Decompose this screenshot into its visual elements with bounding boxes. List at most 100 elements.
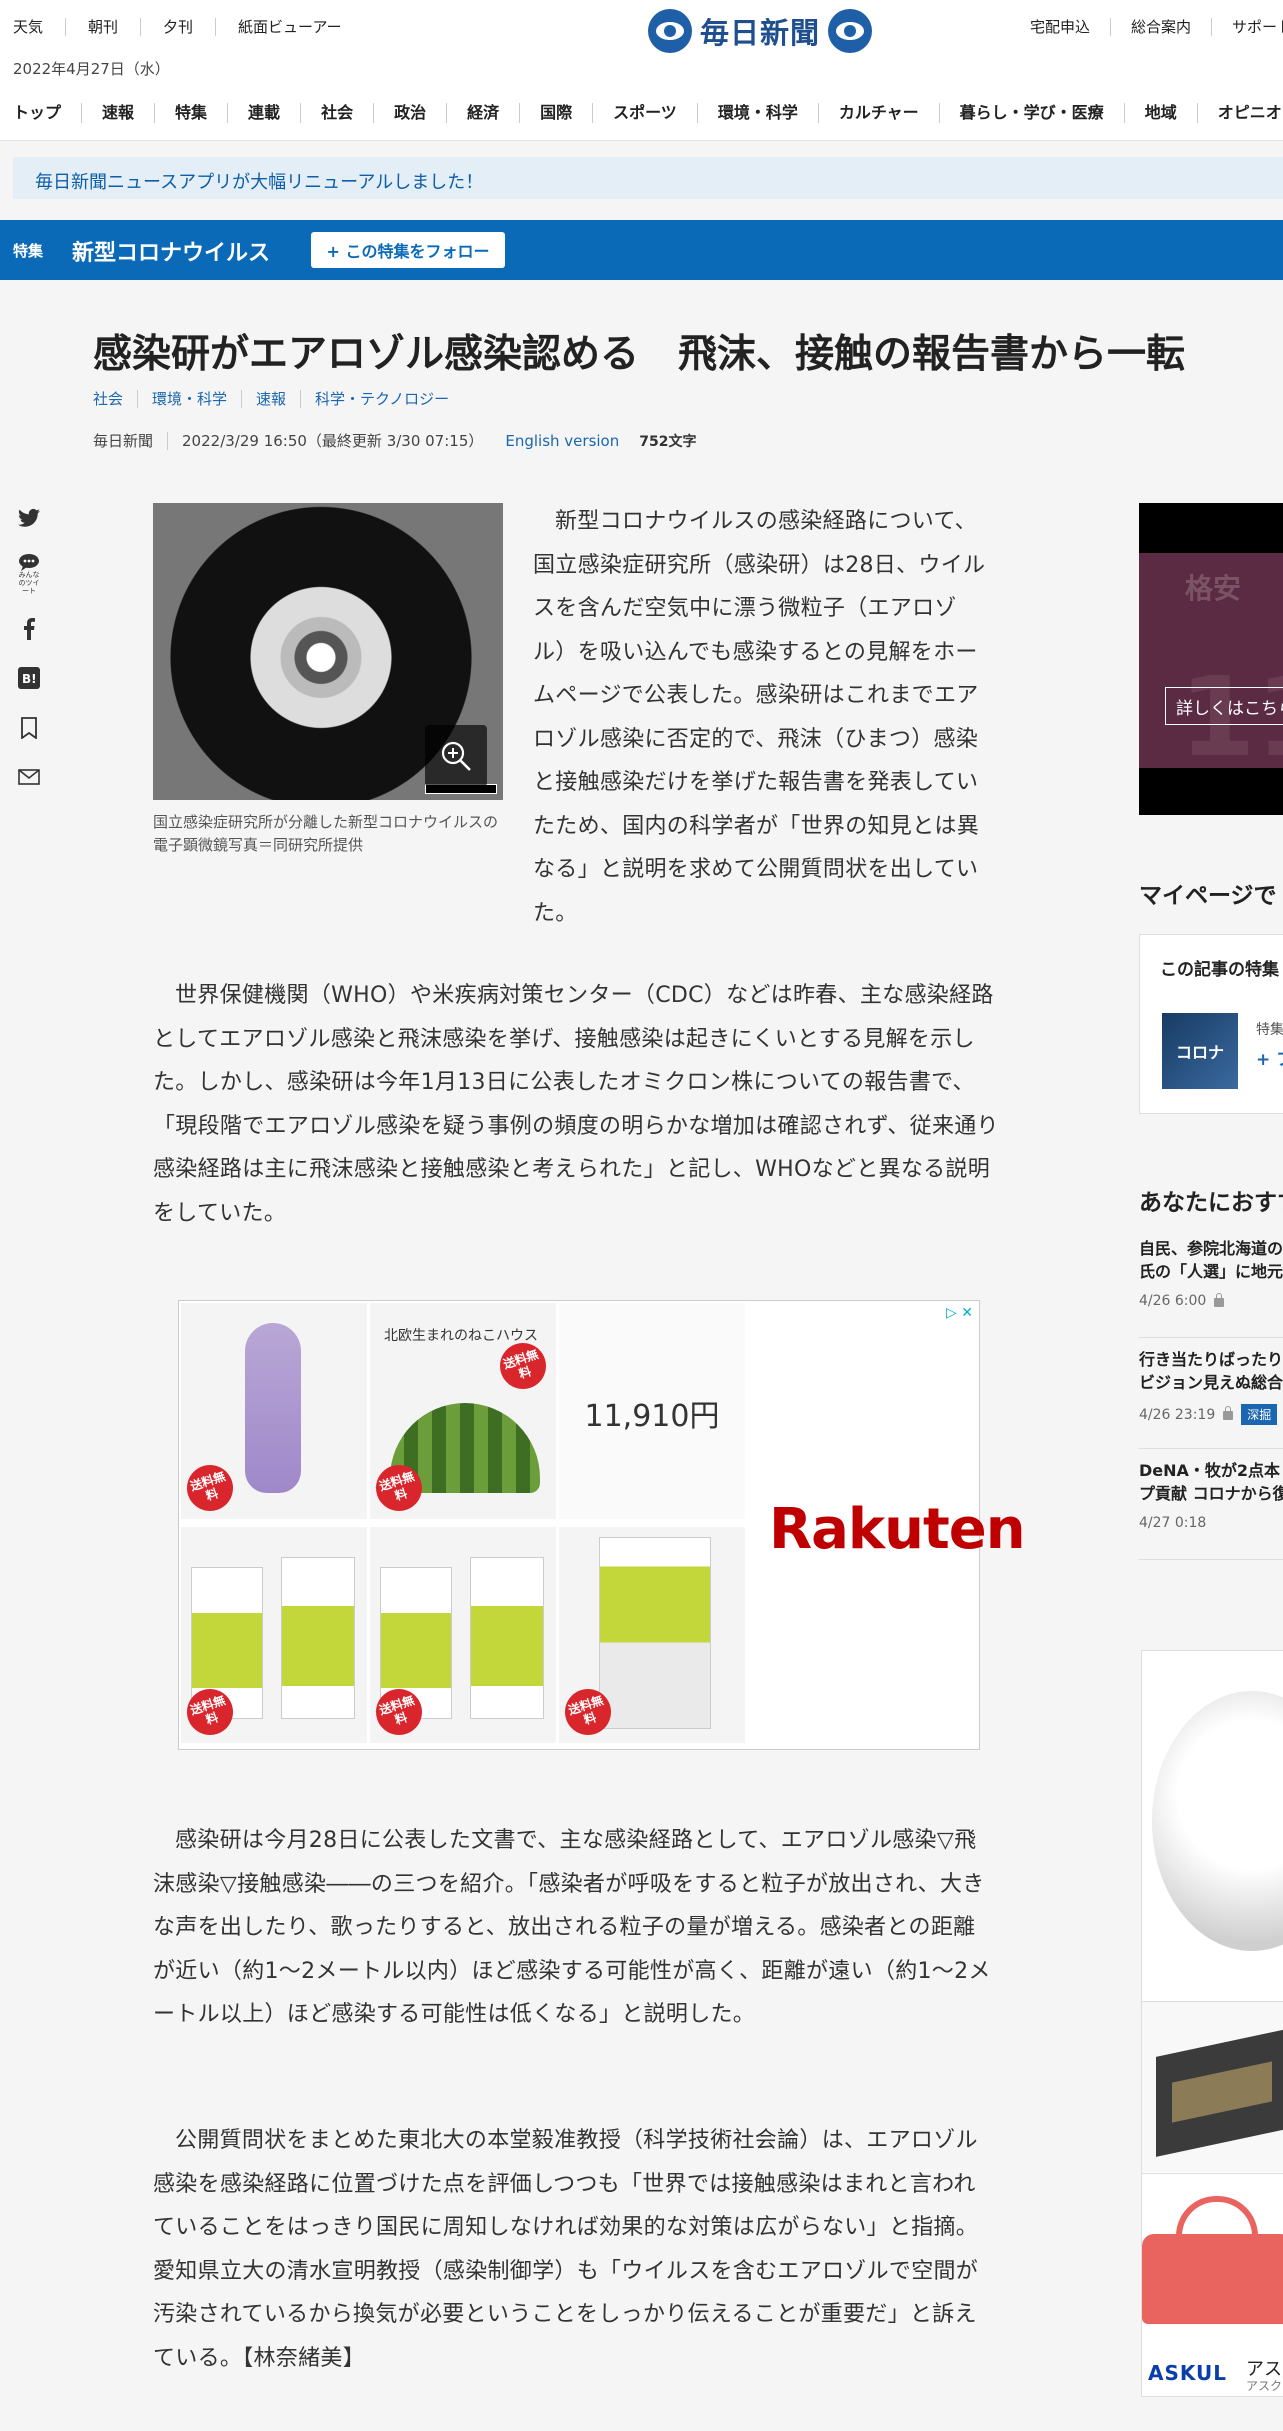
site-header: 天気 朝刊 夕刊 紙面ビューアー 2022年4月27日（水） 毎日新聞 宅配申込…	[0, 0, 1283, 141]
askul-logo[interactable]: ASKUL	[1148, 2361, 1227, 2385]
ad-product-tile[interactable]: 送料無料	[181, 1527, 367, 1743]
recommend-title: 行き当たりばったり	[1139, 1350, 1283, 1369]
nav-opinion[interactable]: オピニオン	[1198, 103, 1283, 123]
category-link[interactable]: 科学・テクノロジー	[301, 390, 463, 408]
product-bag	[281, 1557, 355, 1719]
recommend-title: ビジョン見えぬ総合	[1139, 1373, 1283, 1392]
site-logo[interactable]: 毎日新聞	[648, 9, 873, 53]
follow-special-button[interactable]: + この特集をフォロー	[311, 232, 505, 268]
lock-icon	[1214, 1292, 1225, 1307]
nav-sports[interactable]: スポーツ	[593, 103, 698, 123]
category-link[interactable]: 環境・科学	[138, 390, 243, 408]
sidebar-shopping-ad[interactable]: ASKUL アス アスク	[1141, 1650, 1283, 2397]
feature-thumbnail[interactable]: コロナ	[1162, 1013, 1238, 1089]
link-evening-edition[interactable]: 夕刊	[163, 18, 217, 36]
free-shipping-badge: 送料無料	[181, 1459, 239, 1517]
special-tag: 特集	[13, 242, 44, 260]
article-paragraph: 新型コロナウイルスの感染経路について、国立感染症研究所（感染研）は28日、ウイル…	[533, 509, 986, 926]
mail-share-icon[interactable]	[16, 764, 42, 790]
twitter-share-icon[interactable]	[16, 505, 42, 531]
nav-region[interactable]: 地域	[1125, 103, 1198, 123]
feature-follow-link[interactable]: + フ	[1256, 1045, 1283, 1070]
special-feature-bar: 特集 新型コロナウイルス + この特集をフォロー	[0, 220, 1283, 280]
nav-politics[interactable]: 政治	[374, 103, 448, 123]
recommend-date: 4/26 6:00	[1139, 1293, 1207, 1309]
product-coin-counter[interactable]	[1142, 2001, 1283, 2172]
link-support[interactable]: サポート	[1212, 18, 1283, 36]
rakuten-ad[interactable]: ▷ ✕ 送料無料 北欧生まれのねこハウス 送料無料 送料無料 11,910円 送…	[178, 1300, 1026, 1750]
link-guide[interactable]: 総合案内	[1111, 18, 1213, 36]
utility-links-left: 天気 朝刊 夕刊 紙面ビューアー	[13, 18, 386, 36]
article-paragraph: 世界保健機関（WHO）や米疾病対策センター（CDC）などは昨春、主な感染経路とし…	[153, 983, 999, 1226]
recommend-item[interactable]: DeNA・牧が2点本 プ貢献 コロナから復 4/27 0:18	[1139, 1459, 1283, 1531]
app-notice-text: 毎日新聞ニュースアプリが大幅リニューアルしました！	[35, 172, 484, 193]
product-glass-pot[interactable]	[1152, 1691, 1283, 1951]
facebook-share-icon[interactable]	[16, 616, 42, 642]
publisher: 毎日新聞	[93, 431, 169, 450]
ad-product-tile[interactable]: 送料無料	[181, 1303, 367, 1519]
link-morning-edition[interactable]: 朝刊	[88, 18, 142, 36]
article-paragraph: 感染研は今月28日に公表した文書で、主な感染経路として、エアロゾル感染▽飛沫感染…	[153, 1828, 991, 2027]
logo-mark-icon	[828, 9, 873, 53]
app-notice-banner[interactable]: 毎日新聞ニュースアプリが大幅リニューアルしました！	[13, 157, 1283, 199]
english-version-link[interactable]: English version	[505, 432, 619, 450]
sidebar-ad-details-button[interactable]: 詳しくはこちら	[1165, 687, 1283, 725]
logo-mark-icon	[648, 9, 692, 53]
feature-tag: 特集	[1256, 1022, 1283, 1038]
article-headline: 感染研がエアロゾル感染認める 飛沫、接触の報告書から一転	[93, 332, 1186, 377]
ad-product-tile[interactable]: 北欧生まれのねこハウス 送料無料 送料無料	[370, 1303, 556, 1519]
divider	[1139, 1559, 1283, 1560]
category-link[interactable]: 速報	[242, 390, 302, 408]
link-paper-viewer[interactable]: 紙面ビューアー	[238, 18, 364, 36]
ad-product-tile[interactable]: 11,910円	[559, 1303, 745, 1519]
main-nav: トップ 速報 特集 連載 社会 政治 経済 国際 スポーツ 環境・科学 カルチャ…	[13, 103, 1283, 123]
ad-product-tile[interactable]: 送料無料	[559, 1527, 745, 1743]
article-categories: 社会 環境・科学 速報 科学・テクノロジー	[93, 390, 463, 408]
divider	[1139, 1337, 1283, 1338]
bookmark-icon[interactable]	[16, 715, 42, 741]
nav-life[interactable]: 暮らし・学び・医療	[940, 103, 1125, 123]
minnano-tweet-icon[interactable]: みんなのツイート	[16, 552, 42, 596]
publish-datetime: 2022/3/29 16:50（最終更新 3/30 07:15）	[182, 432, 484, 450]
nav-series[interactable]: 連載	[228, 103, 302, 123]
recommend-title: 氏の「人選」に地元	[1139, 1262, 1283, 1281]
nav-features[interactable]: 特集	[155, 103, 229, 123]
bag-body	[1142, 2234, 1283, 2324]
logo-text: 毎日新聞	[700, 16, 821, 50]
ad-product-tile[interactable]: 送料無料	[370, 1527, 556, 1743]
recommend-item[interactable]: 自民、参院北海道の 氏の「人選」に地元 4/26 6:00	[1139, 1237, 1283, 1309]
nav-breaking[interactable]: 速報	[82, 103, 156, 123]
recommend-meta: 4/27 0:18	[1139, 1515, 1283, 1531]
article-paragraph: 公開質問状をまとめた東北大の本堂毅准教授（科学技術社会論）は、エアロゾル感染を感…	[153, 2128, 979, 2371]
nav-society[interactable]: 社会	[301, 103, 375, 123]
nav-top[interactable]: トップ	[13, 103, 83, 123]
category-link[interactable]: 社会	[93, 390, 139, 408]
sidebar-ad[interactable]: 11 格安 詳しくはこちら	[1139, 503, 1283, 815]
mypage-heading: マイページで	[1139, 883, 1277, 909]
product-tote-bag[interactable]	[1142, 2173, 1283, 2344]
link-weather[interactable]: 天気	[13, 18, 67, 36]
zoom-button[interactable]	[425, 725, 487, 787]
nav-economy[interactable]: 経済	[447, 103, 521, 123]
rakuten-logo[interactable]: Rakuten	[769, 1497, 1026, 1562]
recommend-title: 自民、参院北海道の	[1139, 1239, 1283, 1258]
recommend-date: 4/26 23:19	[1139, 1406, 1216, 1423]
article-photo[interactable]	[153, 503, 503, 800]
nav-culture[interactable]: カルチャー	[819, 103, 940, 123]
hatena-bookmark-icon[interactable]: B!	[16, 665, 42, 691]
photo-caption: 国立感染症研究所が分離した新型コロナウイルスの電子顕微鏡写真＝同研究所提供	[153, 813, 499, 854]
ad-choices-icon[interactable]: ▷ ✕	[946, 1305, 973, 1321]
divider	[1139, 1448, 1283, 1449]
minnano-tweet-label: みんなのツイート	[18, 571, 40, 595]
special-title[interactable]: 新型コロナウイルス	[72, 235, 270, 267]
recommend-item[interactable]: 行き当たりばったり ビジョン見えぬ総合 4/26 23:19 深掘	[1139, 1348, 1283, 1425]
lock-icon	[1223, 1406, 1234, 1420]
nav-international[interactable]: 国際	[520, 103, 594, 123]
askul-subtitle: アスク	[1246, 2379, 1283, 2393]
recommend-title: プ貢献 コロナから復	[1139, 1484, 1283, 1503]
sidebar-ad-headline: 格安	[1185, 572, 1242, 605]
link-delivery[interactable]: 宅配申込	[1030, 18, 1112, 36]
recommend-meta: 4/26 23:19 深掘	[1139, 1404, 1283, 1425]
product-bag	[470, 1557, 544, 1719]
nav-environment-science[interactable]: 環境・科学	[698, 103, 819, 123]
